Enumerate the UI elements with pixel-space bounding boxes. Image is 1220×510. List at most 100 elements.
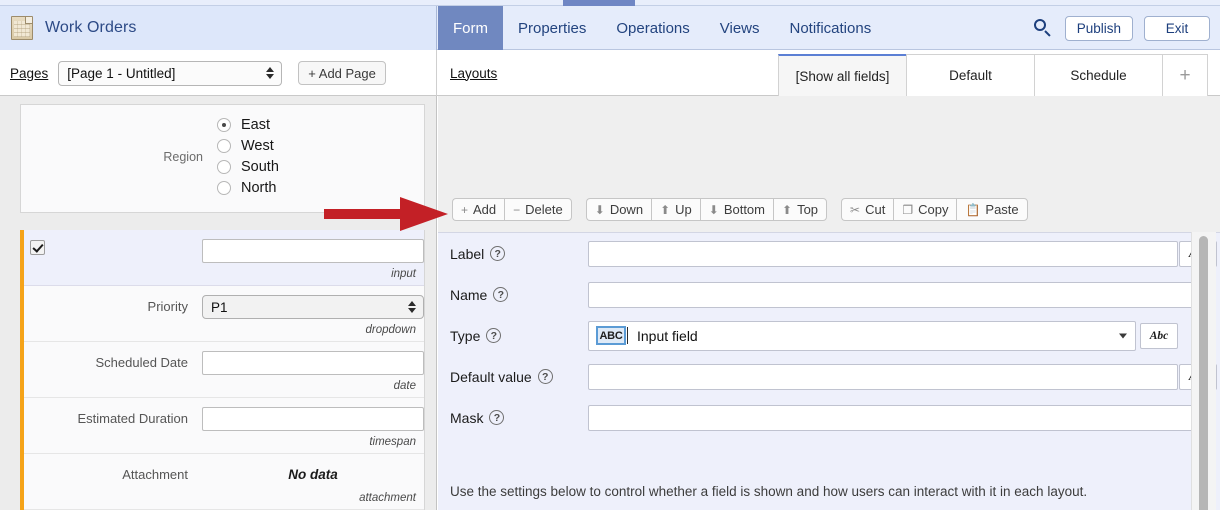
help-icon[interactable]: ? xyxy=(490,246,505,261)
tab-form[interactable]: Form xyxy=(438,6,503,50)
copy-button[interactable]: ❐ Copy xyxy=(893,198,956,221)
table-row[interactable]: input xyxy=(24,230,424,286)
row-label-scheduled-date: Scheduled Date xyxy=(24,351,202,370)
add-layout-button[interactable]: + xyxy=(1162,54,1208,96)
attachment-no-data-text: No data xyxy=(202,463,424,482)
layout-tab-default[interactable]: Default xyxy=(906,54,1034,96)
publish-button[interactable]: Publish xyxy=(1065,16,1133,41)
row-type-hint-dropdown: dropdown xyxy=(365,324,416,336)
help-icon[interactable]: ? xyxy=(489,410,504,425)
radio-icon-south xyxy=(217,160,231,174)
default-value-input[interactable] xyxy=(588,364,1178,390)
type-dropdown-value: Input field xyxy=(637,328,698,344)
app-header: Work Orders Form Properties Operations V… xyxy=(0,6,1220,50)
table-row[interactable]: Attachment No data attachment xyxy=(24,454,424,510)
exit-button[interactable]: Exit xyxy=(1144,16,1210,41)
label-input[interactable] xyxy=(588,241,1178,267)
pages-label[interactable]: Pages xyxy=(10,66,48,81)
move-to-bottom-button[interactable]: ⬇ Bottom xyxy=(700,198,773,221)
add-field-label: Add xyxy=(473,202,496,217)
row-type-hint-date: date xyxy=(394,380,416,392)
row-type-hint-input: input xyxy=(391,268,416,280)
move-to-top-icon: ⬆ xyxy=(782,204,792,216)
row-control-attachment: No data xyxy=(202,463,424,482)
chevron-down-icon xyxy=(1119,333,1127,338)
row-label-estimated-duration: Estimated Duration xyxy=(24,407,202,426)
layout-settings-hint: Use the settings below to control whethe… xyxy=(450,484,1180,499)
plus-icon: + xyxy=(461,204,468,216)
tab-operations[interactable]: Operations xyxy=(601,6,704,50)
name-input[interactable] xyxy=(588,282,1216,308)
tab-properties[interactable]: Properties xyxy=(503,6,601,50)
field-properties-panel: + Add − Delete ⬇ Down ⬆ Up ⬇ xyxy=(438,96,1220,510)
type-field-text: Type xyxy=(450,328,480,344)
radio-option-west[interactable]: West xyxy=(217,138,279,154)
tab-views[interactable]: Views xyxy=(705,6,775,50)
radio-label-north: North xyxy=(241,180,276,196)
row-label-attachment: Attachment xyxy=(24,463,202,482)
row-label-untitled xyxy=(24,239,202,243)
mask-field-text: Mask xyxy=(450,410,483,426)
main-nav-tabs: Form Properties Operations Views Notific… xyxy=(438,6,886,50)
move-down-button[interactable]: ⬇ Down xyxy=(586,198,651,221)
pages-zone: Pages [Page 1 - Untitled] + Add Page xyxy=(0,50,437,96)
move-to-bottom-label: Bottom xyxy=(724,202,765,217)
layout-tab-show-all-fields[interactable]: [Show all fields] xyxy=(778,54,906,96)
page-select[interactable]: [Page 1 - Untitled] xyxy=(58,61,282,86)
page-title: Work Orders xyxy=(45,19,136,37)
scheduled-date-textbox[interactable] xyxy=(202,351,424,375)
search-icon[interactable] xyxy=(1032,17,1054,39)
copy-label: Copy xyxy=(918,202,948,217)
region-options: East West South North xyxy=(217,117,279,196)
scissors-icon: ✂ xyxy=(850,204,860,216)
layouts-label[interactable]: Layouts xyxy=(450,66,497,81)
radio-icon-east xyxy=(217,118,231,132)
delete-field-button[interactable]: − Delete xyxy=(504,198,572,221)
radio-label-east: East xyxy=(241,117,270,133)
scrollbar-thumb[interactable] xyxy=(1199,236,1208,510)
cut-button[interactable]: ✂ Cut xyxy=(841,198,893,221)
app-title-zone: Work Orders xyxy=(0,6,437,50)
radio-icon-west xyxy=(217,139,231,153)
type-abc-button[interactable]: Abc xyxy=(1140,323,1178,349)
field-action-toolbar: + Add − Delete ⬇ Down ⬆ Up ⬇ xyxy=(452,198,1028,221)
move-up-label: Up xyxy=(675,202,692,217)
table-row[interactable]: Estimated Duration timespan xyxy=(24,398,424,454)
text-caret-icon xyxy=(627,327,628,344)
layout-tabs: [Show all fields] Default Schedule + xyxy=(778,50,1208,96)
paste-button[interactable]: 📋 Paste xyxy=(956,198,1027,221)
table-row[interactable]: Scheduled Date date xyxy=(24,342,424,398)
abc-type-icon: ABC xyxy=(596,326,626,345)
priority-dropdown[interactable]: P1 xyxy=(202,295,424,319)
row-type-hint-attachment: attachment xyxy=(359,492,416,504)
help-icon[interactable]: ? xyxy=(538,369,553,384)
row-control-priority: P1 xyxy=(202,295,424,319)
help-icon[interactable]: ? xyxy=(493,287,508,302)
input-field-textbox[interactable] xyxy=(202,239,424,263)
table-row[interactable]: Priority P1 dropdown xyxy=(24,286,424,342)
label-field-label: Label ? xyxy=(450,246,588,262)
move-to-top-button[interactable]: ⬆ Top xyxy=(773,198,827,221)
estimated-duration-textbox[interactable] xyxy=(202,407,424,431)
radio-option-north[interactable]: North xyxy=(217,180,279,196)
type-dropdown[interactable]: ABC Input field xyxy=(588,321,1136,351)
mask-input[interactable] xyxy=(588,405,1216,431)
add-page-button[interactable]: + Add Page xyxy=(298,61,386,85)
help-icon[interactable]: ? xyxy=(486,328,501,343)
move-up-button[interactable]: ⬆ Up xyxy=(651,198,700,221)
cut-label: Cut xyxy=(865,202,885,217)
property-row-type: Type ? ABC Input field Abc xyxy=(438,315,1220,356)
tab-notifications[interactable]: Notifications xyxy=(775,6,887,50)
row-checkbox-selected[interactable] xyxy=(30,240,45,255)
add-field-button[interactable]: + Add xyxy=(452,198,504,221)
form-designer-window: Work Orders Form Properties Operations V… xyxy=(0,0,1220,510)
layout-tab-schedule[interactable]: Schedule xyxy=(1034,54,1162,96)
row-control-estimated-duration xyxy=(202,407,424,431)
label-field-text: Label xyxy=(450,246,484,262)
form-preview-panel: Region East West South xyxy=(0,96,437,510)
minus-icon: − xyxy=(513,204,520,216)
form-field-rows: input Priority P1 dropdown Scheduled Dat… xyxy=(20,230,425,510)
radio-option-east[interactable]: East xyxy=(217,117,279,133)
page-select-value: [Page 1 - Untitled] xyxy=(67,66,175,81)
radio-option-south[interactable]: South xyxy=(217,159,279,175)
